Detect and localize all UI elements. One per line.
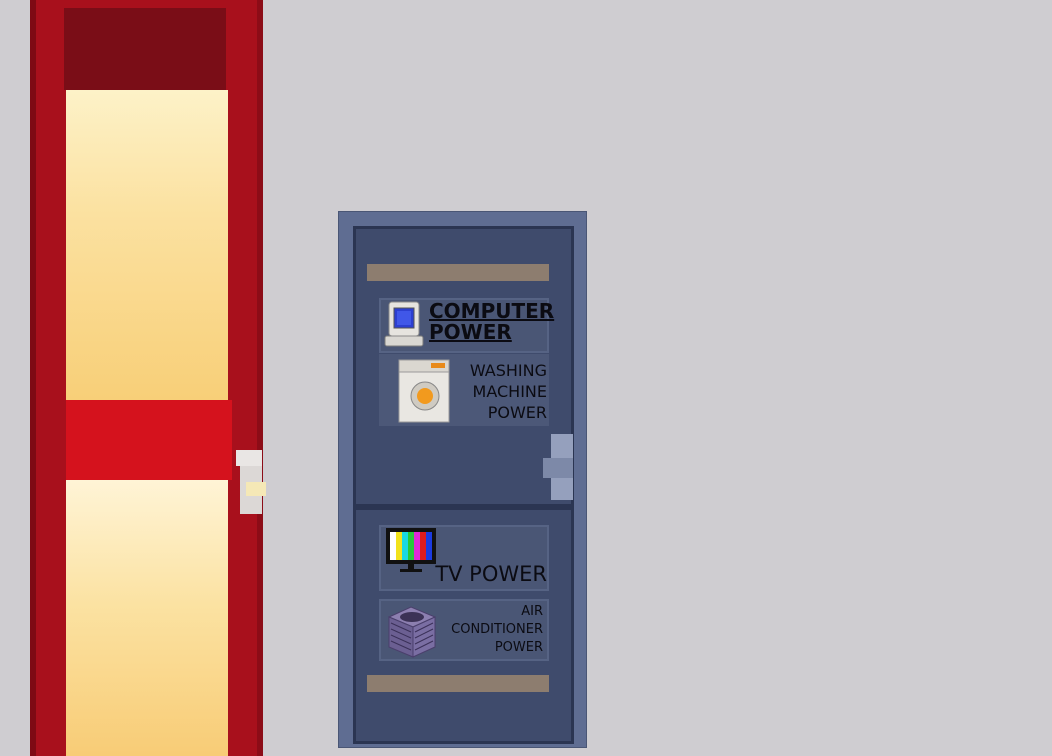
computer-power-breaker[interactable]: COMPUTER POWER [379,298,554,354]
washing-machine-label-line-2: MACHINE [472,382,547,401]
door-header-panel [64,8,226,90]
red-door[interactable] [30,0,263,756]
air-conditioner-icon [385,603,439,663]
ac-label-line-1: AIR [521,604,543,619]
washing-machine-power-label: WASHING MACHINE POWER [470,360,547,423]
tv-power-breaker[interactable]: TV POWER [379,525,549,591]
washing-machine-icon [397,356,451,428]
door-rail [66,400,232,480]
washing-machine-power-breaker[interactable]: WASHING MACHINE POWER [379,354,549,426]
air-conditioner-power-label: AIR CONDITIONER POWER [451,603,543,657]
panel-divider [353,504,574,510]
washing-machine-label-line-1: WASHING [469,361,547,380]
computer-power-label: COMPUTER POWER [429,301,554,343]
panel-strip-bottom [367,675,549,692]
panel-strip-top [367,264,549,281]
tv-power-label: TV POWER [435,561,547,586]
door-window-bottom [66,480,228,756]
ac-label-line-3: POWER [494,640,543,655]
washing-machine-label-line-3: POWER [487,403,547,422]
computer-icon [383,300,427,354]
tv-icon [385,527,439,579]
panel-door-latch[interactable] [533,430,579,500]
breaker-panel: COMPUTER POWER WASHING MACHINE POWER TV … [338,211,587,748]
computer-power-text: COMPUTER POWER [429,299,555,344]
air-conditioner-power-breaker[interactable]: AIR CONDITIONER POWER [379,599,549,661]
door-window-top [66,90,228,400]
ac-label-line-2: CONDITIONER [451,622,543,637]
door-handle[interactable] [236,450,266,520]
